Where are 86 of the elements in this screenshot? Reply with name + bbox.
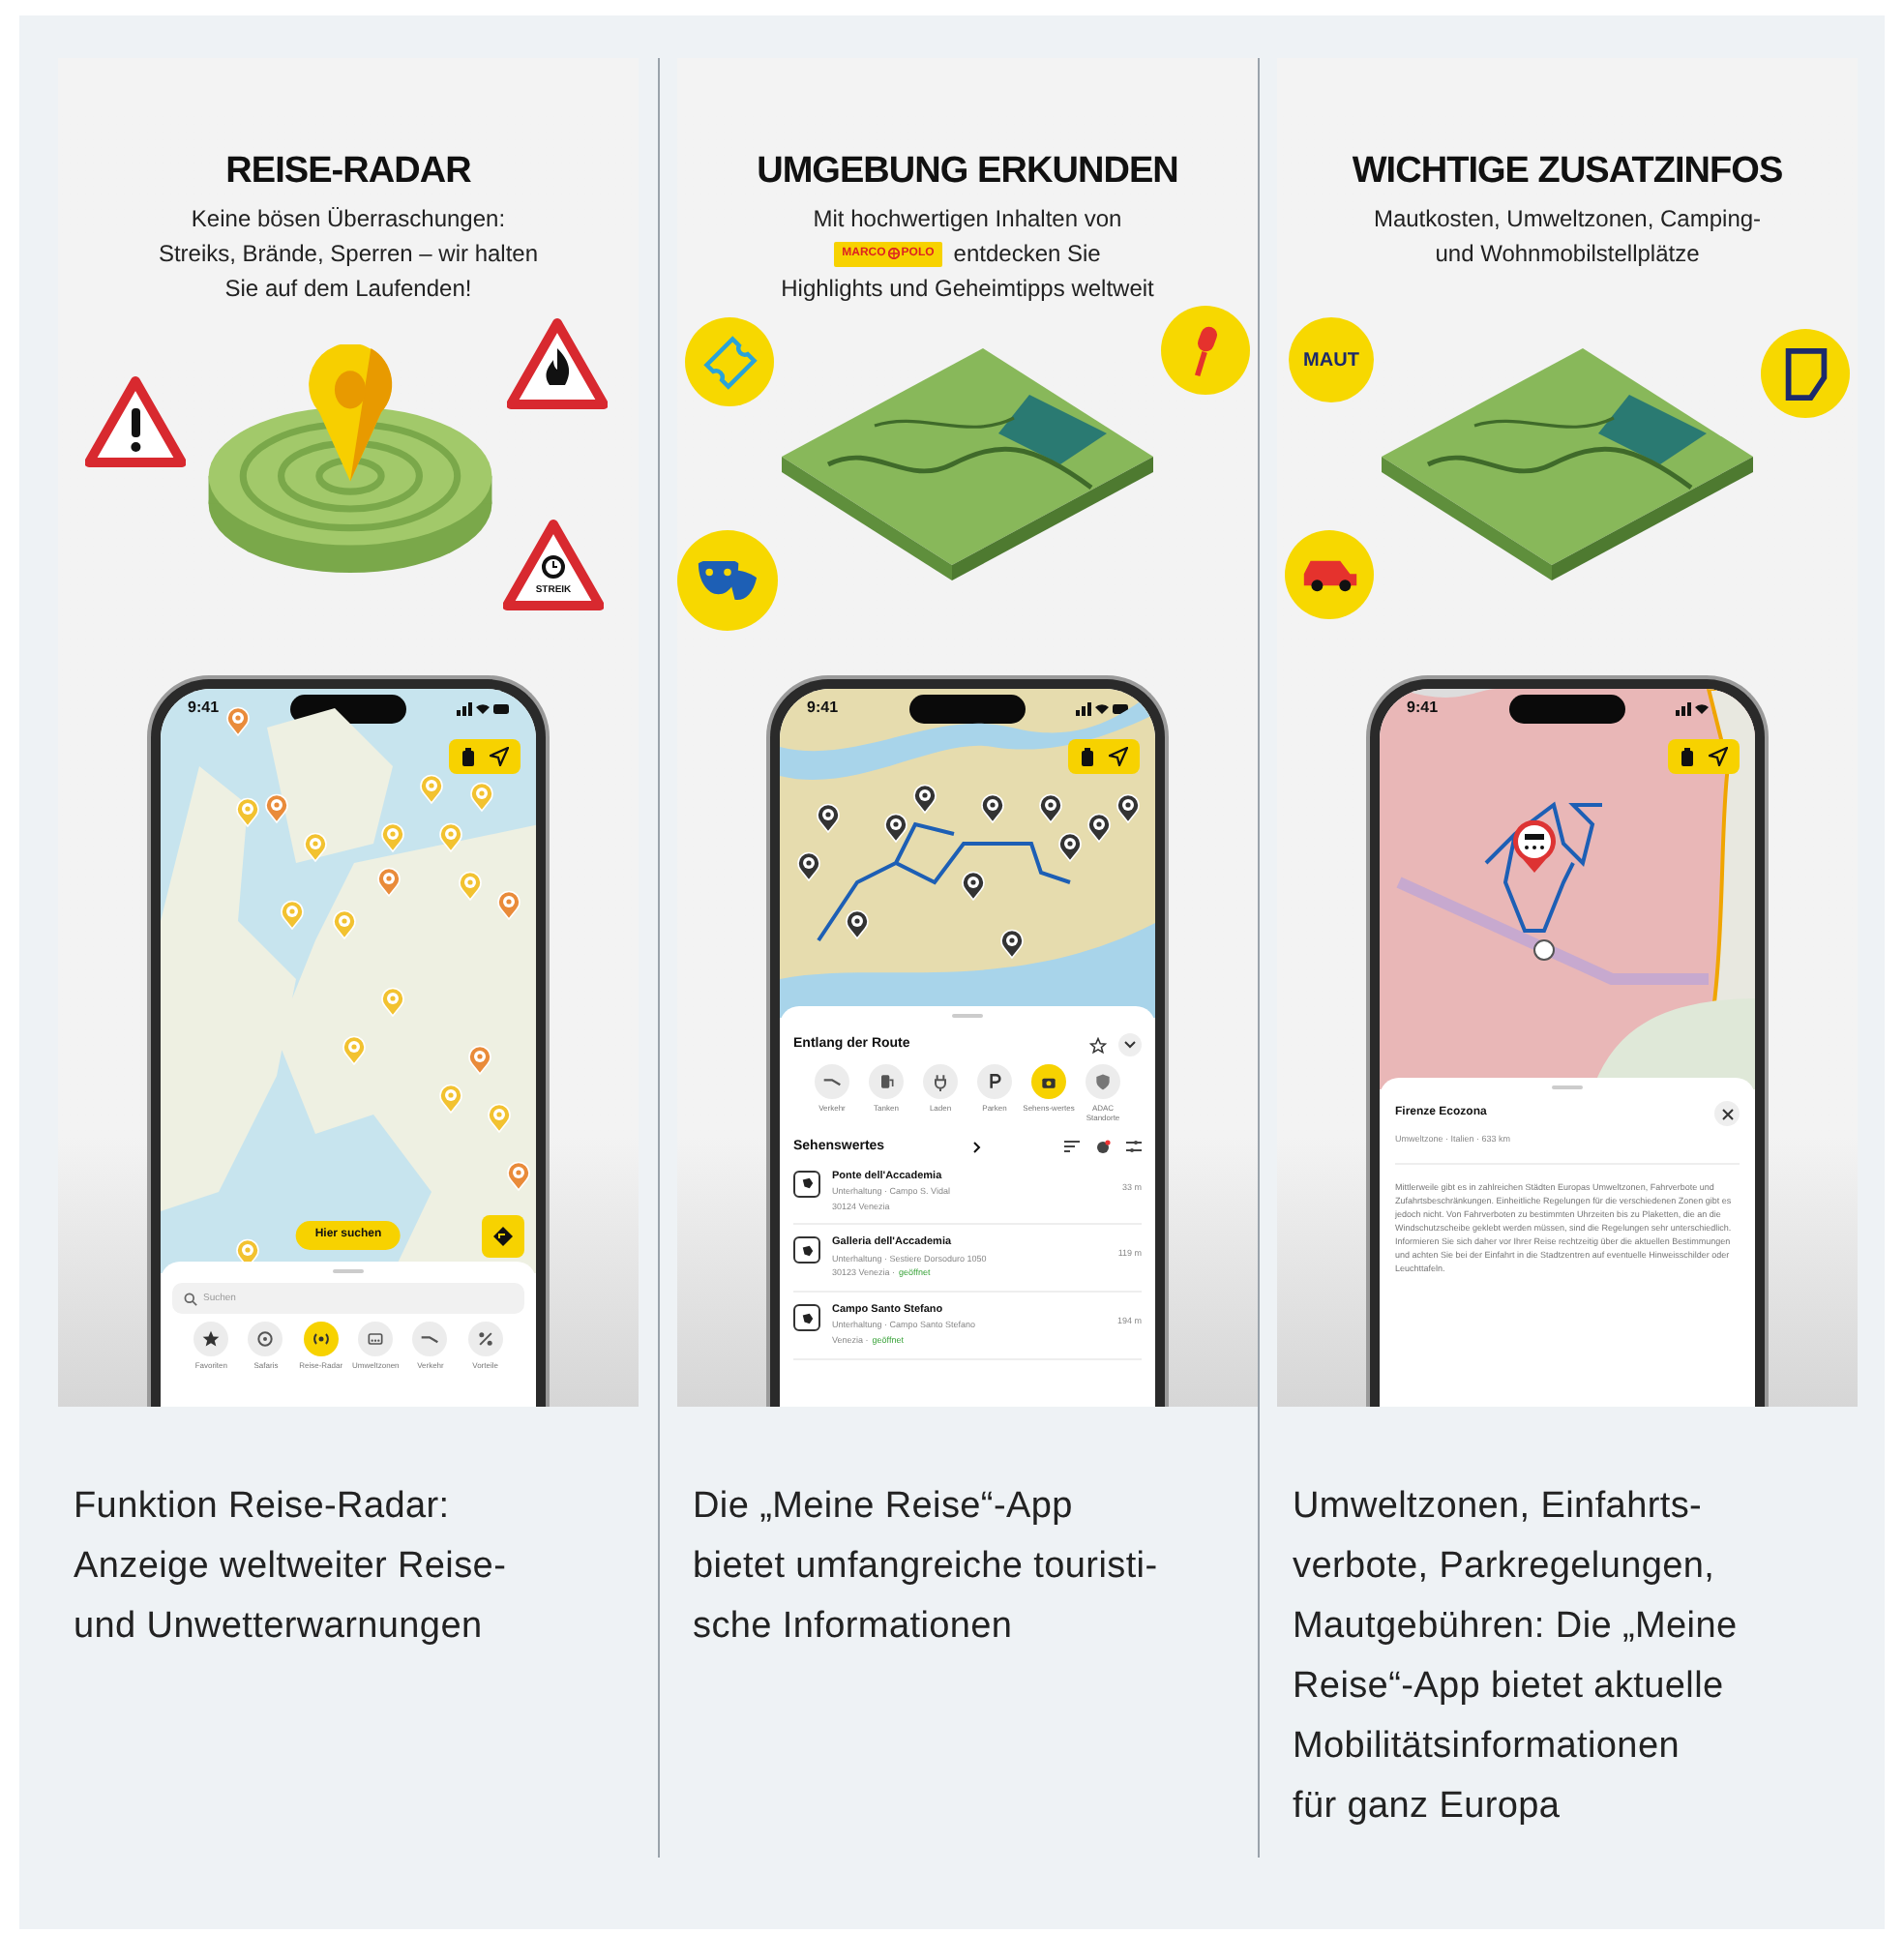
sheet-handle[interactable] (1552, 1085, 1583, 1089)
promo-subtitle: Highlights und Geheimtipps weltweit (781, 273, 1154, 306)
toll-badge: MAUT (1289, 317, 1374, 402)
wifi-icon (1095, 703, 1109, 713)
signal-icon (457, 701, 472, 715)
radar-icon (311, 1329, 331, 1349)
filter-icon (1126, 1140, 1142, 1154)
landmark-icon (800, 1243, 814, 1258)
caption-text: Funktion Reise-Radar: Anzeige weltweiter Reise- und Unwetterwarnungen (72, 1484, 509, 1650)
star-icon (1089, 1036, 1107, 1054)
map-control-bar[interactable] (1668, 739, 1740, 774)
battery-icon (493, 703, 509, 713)
promo-subtitle: Sie auf dem Laufenden! (224, 273, 472, 306)
status-time: 9:41 (1407, 697, 1439, 720)
promo-subtitle: Keine bösen Überraschungen: (191, 203, 506, 236)
route-sign-icon (493, 1227, 513, 1246)
promo-subtitle: und Wohnmobilstellplätze (1435, 238, 1700, 271)
promo-subtitle: Mautkosten, Umweltzonen, Camping- (1373, 203, 1762, 236)
location-arrow-icon (1109, 747, 1128, 766)
map-pin-icon[interactable] (1039, 793, 1062, 823)
map-pin-icon[interactable] (1116, 793, 1140, 823)
fuel-pump-icon (877, 1072, 896, 1091)
map-pin-icon[interactable] (1000, 929, 1024, 959)
landmark-icon (800, 1176, 814, 1190)
close-icon (1721, 1108, 1733, 1119)
map-pin-icon[interactable] (884, 813, 907, 843)
theater-masks-icon (697, 560, 759, 601)
map-control-bar[interactable] (449, 739, 521, 774)
map-pin-icon[interactable] (797, 851, 820, 881)
location-arrow-icon (490, 747, 509, 766)
promo-subtitle: Streiks, Brände, Sperren – wir halten (158, 238, 539, 271)
landmark-icon (800, 1311, 814, 1324)
ticket-icon (701, 334, 758, 390)
map-pin-icon[interactable] (1087, 813, 1111, 843)
car-icon (1301, 558, 1357, 591)
wifi-icon (1695, 703, 1709, 713)
signal-icon (1676, 701, 1691, 715)
battery-icon (461, 747, 476, 766)
promo-title: UMGEBUNG ERKUNDEN (757, 151, 1178, 193)
sort-icon (1064, 1140, 1080, 1154)
map-pin-icon[interactable] (981, 793, 1004, 823)
shield-icon (1093, 1072, 1113, 1091)
battery-icon (1080, 747, 1095, 766)
chevron-right-icon (973, 1142, 982, 1154)
close-button[interactable] (1714, 1101, 1740, 1126)
collapse-button[interactable] (1118, 1033, 1142, 1056)
map-pin-icon[interactable] (846, 909, 869, 939)
promo-title: WICHTIGE ZUSATZINFOS (1352, 151, 1783, 193)
map-pin-icon[interactable] (962, 871, 985, 901)
promo-subtitle: entdecken Sie (953, 238, 1101, 271)
star-icon (201, 1329, 222, 1349)
map-pin-icon[interactable] (1058, 832, 1082, 862)
status-time: 9:41 (807, 697, 839, 720)
promo-subtitle: Mit hochwertigen Inhalten von (813, 203, 1122, 236)
chevron-down-icon (1124, 1041, 1136, 1049)
zone-sign-icon (366, 1329, 386, 1349)
exclamation-warning-sign-icon (85, 375, 186, 468)
gauge-icon (255, 1329, 276, 1349)
zone-sign-pin-icon (1511, 820, 1558, 875)
camera-island (909, 695, 1026, 724)
camera-island (1509, 695, 1625, 724)
parking-icon (985, 1072, 1004, 1091)
map-control-bar[interactable] (1068, 739, 1140, 774)
wifi-icon (476, 703, 490, 713)
fire-warning-sign-icon (507, 317, 608, 410)
compass-icon (887, 248, 900, 259)
battery-icon (1680, 747, 1695, 766)
status-time: 9:41 (188, 697, 220, 720)
signal-icon (1076, 701, 1091, 715)
plug-icon (931, 1072, 950, 1091)
microphone-icon (1189, 322, 1222, 378)
promo-title: REISE-RADAR (225, 151, 471, 193)
sticker-icon (1783, 345, 1828, 401)
sheet-handle[interactable] (952, 1014, 983, 1018)
sheet-handle[interactable] (333, 1269, 364, 1273)
battery-icon (1113, 703, 1128, 713)
location-arrow-icon (1709, 747, 1728, 766)
map-pin-icon[interactable] (817, 803, 840, 833)
gear-icon (1095, 1140, 1111, 1156)
route-button[interactable] (482, 1215, 524, 1258)
map-pin-icon[interactable] (913, 784, 937, 814)
percent-icon (475, 1329, 495, 1349)
search-icon (184, 1292, 197, 1305)
caption-text: Die „Meine Reise“-App bietet umfangreiche touristi- sche Informationen (691, 1484, 1160, 1650)
caption-text: Umweltzonen, Einfahrts- verbote, Parkregelungen, Mautgebühren: Die „Meine Reise“-App bietet aktuelle Mobilitätsinformationen für ganz Europa (1291, 1484, 1740, 1830)
clock-warning-sign-icon (503, 519, 604, 611)
